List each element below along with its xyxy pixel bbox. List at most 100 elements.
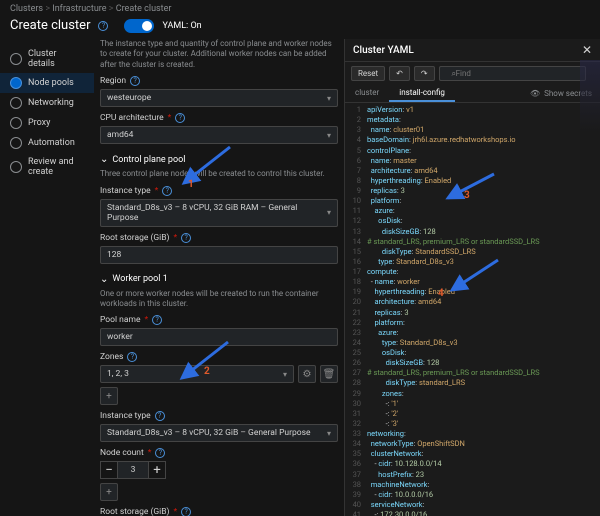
code-line[interactable]: 40 serviceNetwork: xyxy=(349,500,596,510)
code-line[interactable]: 25 osDisk: xyxy=(349,348,596,358)
chevron-down-icon: ▾ xyxy=(327,429,331,438)
code-line[interactable]: 7 architecture: amd64 xyxy=(349,166,596,176)
code-line[interactable]: 23 azure: xyxy=(349,328,596,338)
yaml-toggle-label: YAML: On xyxy=(162,21,201,31)
cpu-arch-select[interactable]: amd64▾ xyxy=(100,126,338,144)
help-icon[interactable]: ? xyxy=(162,186,172,196)
help-icon[interactable]: ? xyxy=(98,21,108,31)
code-line[interactable]: 13 diskSizeGB: 128 xyxy=(349,227,596,237)
tab-cluster[interactable]: cluster xyxy=(345,85,389,102)
code-line[interactable]: 33networking: xyxy=(349,429,596,439)
code-line[interactable]: 17compute: xyxy=(349,267,596,277)
code-line[interactable]: 2metadata: xyxy=(349,115,596,125)
chevron-down-icon: ▾ xyxy=(283,370,287,379)
add-zone-button[interactable]: + xyxy=(100,387,118,405)
pool-name-label: Pool name*? xyxy=(100,315,338,325)
help-icon[interactable]: ? xyxy=(127,352,137,362)
code-line[interactable]: 24 type: Standard_D8s_v3 xyxy=(349,338,596,348)
code-line[interactable]: 20 architecture: amd64 xyxy=(349,297,596,307)
code-line[interactable]: 5controlPlane: xyxy=(349,146,596,156)
code-line[interactable]: 32 -: '3' xyxy=(349,419,596,429)
code-line[interactable]: 1apiVersion: v1 xyxy=(349,105,596,115)
code-line[interactable]: 36 - cidr: 10.128.0.0/14 xyxy=(349,459,596,469)
code-line[interactable]: 3 name: cluster01 xyxy=(349,125,596,135)
sidebar-item-networking[interactable]: Networking xyxy=(0,93,94,113)
cp-root-storage-input[interactable] xyxy=(100,246,338,264)
sidebar-item-cluster-details[interactable]: Cluster details xyxy=(0,45,94,73)
help-icon[interactable]: ? xyxy=(130,76,140,86)
crumb-infra[interactable]: Infrastructure xyxy=(45,4,106,14)
chevron-down-icon: ▾ xyxy=(327,94,331,103)
code-line[interactable]: 27# standard_LRS, premium_LRS or standar… xyxy=(349,368,596,378)
code-line[interactable]: 16 type: Standard_D8s_v3 xyxy=(349,257,596,267)
help-icon[interactable]: ? xyxy=(152,315,162,325)
redo-icon[interactable]: ↷ xyxy=(414,66,435,81)
code-line[interactable]: 21 replicas: 3 xyxy=(349,308,596,318)
page-title: Create cluster xyxy=(10,18,90,33)
code-line[interactable]: 12 osDisk: xyxy=(349,216,596,226)
increment-button[interactable]: + xyxy=(148,461,166,479)
node-count-input[interactable] xyxy=(118,461,148,479)
pool-name-input[interactable] xyxy=(100,328,338,346)
code-line[interactable]: 4baseDomain: jrh6l.azure.redhatworkshops… xyxy=(349,135,596,145)
reset-button[interactable]: Reset xyxy=(351,66,385,81)
settings-icon[interactable]: ⚙ xyxy=(298,365,316,383)
section-control-plane[interactable]: Control plane pool xyxy=(100,154,338,165)
code-line[interactable]: 6 name: master xyxy=(349,156,596,166)
intro-text: The instance type and quantity of contro… xyxy=(100,39,338,70)
help-icon[interactable]: ? xyxy=(181,507,191,516)
code-line[interactable]: 31 -: '2' xyxy=(349,409,596,419)
region-select[interactable]: westeurope▾ xyxy=(100,89,338,107)
code-line[interactable]: 39 - cidr: 10.0.0.0/16 xyxy=(349,490,596,500)
code-line[interactable]: 37 hostPrefix: 23 xyxy=(349,470,596,480)
add-pool-button[interactable]: + xyxy=(100,483,118,501)
close-icon[interactable]: ✕ xyxy=(582,43,592,57)
chevron-down-icon: ▾ xyxy=(327,131,331,140)
yaml-editor[interactable]: 1apiVersion: v12metadata:3 name: cluster… xyxy=(345,103,600,516)
sidebar-item-review[interactable]: Review and create xyxy=(0,153,94,181)
delete-icon[interactable]: 🗑 xyxy=(320,365,338,383)
tab-install-config[interactable]: install-config xyxy=(389,85,455,102)
crumb-create: Create cluster xyxy=(109,4,172,14)
zones-select[interactable]: 1, 2, 3▾ xyxy=(100,365,294,383)
sidebar-item-automation[interactable]: Automation xyxy=(0,133,94,153)
code-line[interactable]: 9 replicas: 3 xyxy=(349,186,596,196)
yaml-toggle[interactable] xyxy=(124,19,154,33)
find-input[interactable] xyxy=(439,66,586,81)
code-line[interactable]: 29 zones: xyxy=(349,389,596,399)
code-line[interactable]: 8 hyperthreading: Enabled xyxy=(349,176,596,186)
code-line[interactable]: 35 clusterNetwork: xyxy=(349,449,596,459)
wp-desc: One or more worker nodes will be created… xyxy=(100,289,338,310)
undo-icon[interactable]: ↶ xyxy=(389,66,410,81)
wp-instance-select[interactable]: Standard_D8s_v3 – 8 vCPU, 32 GiB – Gener… xyxy=(100,424,338,442)
sidebar-item-node-pools[interactable]: Node pools xyxy=(0,73,94,93)
code-line[interactable]: 11 azure: xyxy=(349,206,596,216)
code-line[interactable]: 19 hyperthreading: Enabled xyxy=(349,287,596,297)
crumb-clusters[interactable]: Clusters xyxy=(10,4,43,14)
sidebar-item-proxy[interactable]: Proxy xyxy=(0,113,94,133)
code-line[interactable]: 18 - name: worker xyxy=(349,277,596,287)
code-line[interactable]: 28 diskType: standard_LRS xyxy=(349,378,596,388)
code-line[interactable]: 26 diskSizeGB: 128 xyxy=(349,358,596,368)
code-line[interactable]: 41 -: 172.30.0.0/16 xyxy=(349,510,596,516)
code-line[interactable]: 15 diskType: StandardSSD_LRS xyxy=(349,247,596,257)
node-count-stepper[interactable]: − + xyxy=(100,461,338,479)
minimap[interactable] xyxy=(580,60,600,180)
cp-instance-select[interactable]: Standard_D8s_v3 – 8 vCPU, 32 GiB RAM – G… xyxy=(100,199,338,227)
search-icon: ⌕ xyxy=(452,69,456,79)
help-icon[interactable]: ? xyxy=(155,411,165,421)
code-line[interactable]: 22 platform: xyxy=(349,318,596,328)
help-icon[interactable]: ? xyxy=(155,448,165,458)
code-line[interactable]: 38 machineNetwork: xyxy=(349,480,596,490)
help-icon[interactable]: ? xyxy=(175,113,185,123)
decrement-button[interactable]: − xyxy=(100,461,118,479)
section-worker-pool[interactable]: Worker pool 1 xyxy=(100,274,338,285)
code-line[interactable]: 30 -: '1' xyxy=(349,399,596,409)
title-row: Create cluster ? YAML: On xyxy=(0,18,600,39)
eye-icon: 👁 xyxy=(530,89,540,98)
code-line[interactable]: 10 platform: xyxy=(349,196,596,206)
code-line[interactable]: 34 networkType: OpenShiftSDN xyxy=(349,439,596,449)
help-icon[interactable]: ? xyxy=(181,233,191,243)
cp-desc: Three control plane nodes will be create… xyxy=(100,169,338,179)
code-line[interactable]: 14# standard_LRS, premium_LRS or standar… xyxy=(349,237,596,247)
